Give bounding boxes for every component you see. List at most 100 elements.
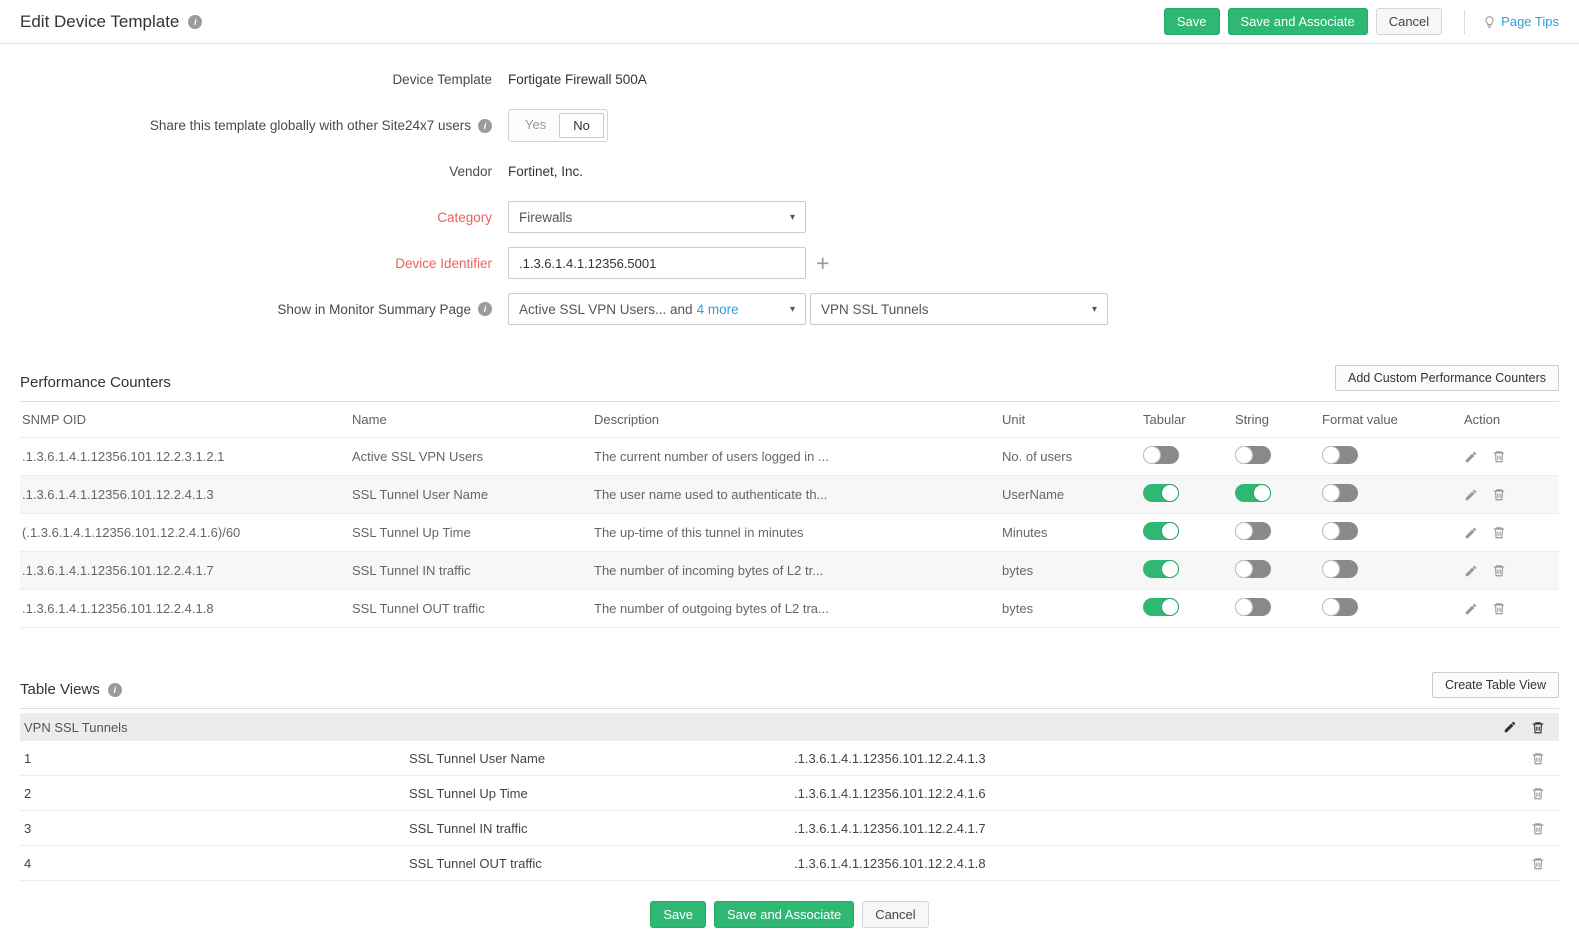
delete-icon[interactable]: [1492, 487, 1506, 502]
summary-tableview-select[interactable]: VPN SSL Tunnels ▾: [810, 293, 1108, 325]
delete-icon[interactable]: [1492, 601, 1506, 616]
cell-unit: Minutes: [1002, 525, 1143, 540]
edit-icon[interactable]: [1464, 602, 1478, 616]
delete-icon[interactable]: [1531, 720, 1545, 735]
performance-counters-table-body: .1.3.6.1.4.1.12356.101.12.2.3.1.2.1 Acti…: [20, 438, 1559, 628]
page-title: Edit Device Template: [20, 12, 179, 32]
string-toggle[interactable]: [1235, 560, 1271, 578]
table-row: 3 SSL Tunnel IN traffic .1.3.6.1.4.1.123…: [20, 811, 1559, 846]
delete-icon[interactable]: [1531, 786, 1545, 801]
cancel-button[interactable]: Cancel: [862, 901, 928, 928]
save-and-associate-button[interactable]: Save and Associate: [1228, 8, 1368, 35]
cell-unit: bytes: [1002, 563, 1143, 578]
chevron-down-icon: ▾: [790, 304, 795, 315]
category-row: Category Firewalls ▾: [20, 201, 1559, 233]
cell-name: Active SSL VPN Users: [352, 449, 594, 464]
summary-page-label: Show in Monitor Summary Page i: [20, 302, 492, 317]
string-toggle[interactable]: [1235, 484, 1271, 502]
edit-icon[interactable]: [1464, 488, 1478, 502]
column-header-format-value: Format value: [1322, 412, 1464, 427]
info-icon[interactable]: i: [478, 302, 492, 316]
page-tips-link[interactable]: Page Tips: [1483, 14, 1559, 30]
column-header-description: Description: [594, 412, 1002, 427]
edit-icon[interactable]: [1503, 720, 1517, 734]
table-views-section: Table Views i Create Table View VPN SSL …: [0, 672, 1579, 881]
edit-icon[interactable]: [1464, 526, 1478, 540]
edit-icon[interactable]: [1464, 450, 1478, 464]
table-views-body: 1 SSL Tunnel User Name .1.3.6.1.4.1.1235…: [20, 741, 1559, 881]
tabular-toggle[interactable]: [1143, 560, 1179, 578]
delete-icon[interactable]: [1531, 821, 1545, 836]
cell-description: The number of outgoing bytes of L2 tra..…: [594, 601, 1002, 616]
create-table-view-button[interactable]: Create Table View: [1432, 672, 1559, 698]
category-label: Category: [20, 210, 492, 225]
cell-name: SSL Tunnel Up Time: [352, 525, 594, 540]
table-row: .1.3.6.1.4.1.12356.101.12.2.4.1.8 SSL Tu…: [20, 590, 1559, 628]
string-toggle[interactable]: [1235, 446, 1271, 464]
string-toggle[interactable]: [1235, 522, 1271, 540]
cell-snmp-oid: .1.3.6.1.4.1.12356.101.12.2.4.1.3: [22, 487, 352, 502]
add-identifier-icon[interactable]: +: [816, 252, 829, 275]
cell-description: The up-time of this tunnel in minutes: [594, 525, 1002, 540]
more-counters-link[interactable]: 4 more: [697, 302, 739, 317]
format-value-toggle[interactable]: [1322, 522, 1358, 540]
format-value-toggle[interactable]: [1322, 560, 1358, 578]
cell-snmp-oid: (.1.3.6.1.4.1.12356.101.12.2.4.1.6)/60: [22, 525, 352, 540]
lightbulb-icon: [1483, 14, 1496, 30]
info-icon[interactable]: i: [478, 119, 492, 133]
cell-name: SSL Tunnel IN traffic: [352, 563, 594, 578]
share-no-option[interactable]: No: [559, 113, 604, 138]
column-header-tabular: Tabular: [1143, 412, 1235, 427]
cell-index: 3: [24, 821, 409, 836]
chevron-down-icon: ▾: [1092, 304, 1097, 315]
cell-oid: .1.3.6.1.4.1.12356.101.12.2.4.1.3: [794, 751, 1531, 766]
table-row: .1.3.6.1.4.1.12356.101.12.2.4.1.7 SSL Tu…: [20, 552, 1559, 590]
cell-unit: No. of users: [1002, 449, 1143, 464]
tabular-toggle[interactable]: [1143, 598, 1179, 616]
vendor-label: Vendor: [20, 164, 492, 179]
tabular-toggle[interactable]: [1143, 522, 1179, 540]
tabular-toggle[interactable]: [1143, 484, 1179, 502]
cell-index: 4: [24, 856, 409, 871]
save-and-associate-button[interactable]: Save and Associate: [714, 901, 854, 928]
save-button[interactable]: Save: [650, 901, 706, 928]
share-yes-option[interactable]: Yes: [512, 113, 559, 138]
edit-icon[interactable]: [1464, 564, 1478, 578]
tabular-toggle[interactable]: [1143, 446, 1179, 464]
format-value-toggle[interactable]: [1322, 598, 1358, 616]
save-button[interactable]: Save: [1164, 8, 1220, 35]
vendor-row: Vendor Fortinet, Inc.: [20, 164, 1559, 179]
cell-description: The number of incoming bytes of L2 tr...: [594, 563, 1002, 578]
info-icon[interactable]: i: [108, 683, 122, 697]
summary-counters-select[interactable]: Active SSL VPN Users... and4 more ▾: [508, 293, 806, 325]
cancel-button[interactable]: Cancel: [1376, 8, 1442, 35]
delete-icon[interactable]: [1492, 449, 1506, 464]
delete-icon[interactable]: [1531, 856, 1545, 871]
add-custom-performance-counters-button[interactable]: Add Custom Performance Counters: [1335, 365, 1559, 391]
delete-icon[interactable]: [1492, 525, 1506, 540]
format-value-toggle[interactable]: [1322, 446, 1358, 464]
cell-description: The user name used to authenticate th...: [594, 487, 1002, 502]
divider: [1464, 10, 1465, 34]
column-header-action: Action: [1464, 412, 1559, 427]
category-select[interactable]: Firewalls ▾: [508, 201, 806, 233]
chevron-down-icon: ▾: [790, 212, 795, 223]
info-icon[interactable]: i: [188, 15, 202, 29]
table-row: 1 SSL Tunnel User Name .1.3.6.1.4.1.1235…: [20, 741, 1559, 776]
table-row: .1.3.6.1.4.1.12356.101.12.2.4.1.3 SSL Tu…: [20, 476, 1559, 514]
cell-unit: bytes: [1002, 601, 1143, 616]
cell-name: SSL Tunnel Up Time: [409, 786, 794, 801]
summary-page-row: Show in Monitor Summary Page i Active SS…: [20, 293, 1559, 325]
delete-icon[interactable]: [1492, 563, 1506, 578]
device-identifier-input[interactable]: [508, 247, 806, 279]
column-header-unit: Unit: [1002, 412, 1143, 427]
performance-counters-title: Performance Counters: [20, 374, 171, 391]
device-identifier-row: Device Identifier +: [20, 247, 1559, 279]
column-header-string: String: [1235, 412, 1322, 427]
device-template-label: Device Template: [20, 72, 492, 87]
string-toggle[interactable]: [1235, 598, 1271, 616]
format-value-toggle[interactable]: [1322, 484, 1358, 502]
column-header-snmp-oid: SNMP OID: [22, 412, 352, 427]
delete-icon[interactable]: [1531, 751, 1545, 766]
device-identifier-label: Device Identifier: [20, 256, 492, 271]
